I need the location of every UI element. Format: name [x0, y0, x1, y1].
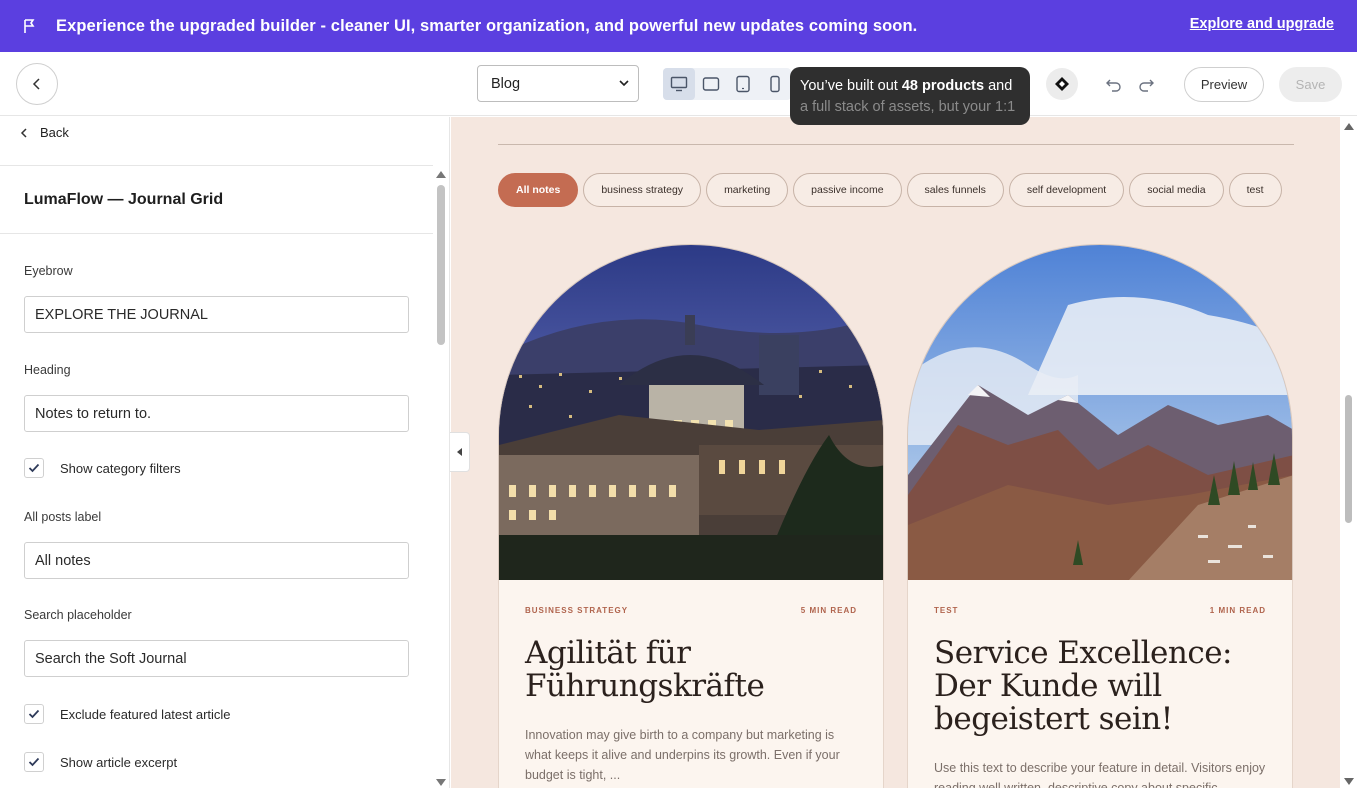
- show-excerpt-toggle[interactable]: Show article excerpt: [24, 752, 177, 772]
- heading-label: Heading: [24, 363, 71, 377]
- show-excerpt-label: Show article excerpt: [60, 754, 178, 770]
- filter-chip-passive-income[interactable]: passive income: [793, 173, 902, 207]
- article-image-mountains: [907, 244, 1293, 580]
- article-meta: TEST 1 MIN READ: [934, 606, 1266, 615]
- article-read-time: 1 MIN READ: [1209, 606, 1266, 615]
- page-canvas: All notes business strategy marketing passi…: [451, 117, 1340, 788]
- filter-chip-self-development[interactable]: self development: [1008, 173, 1125, 207]
- show-category-filters-toggle[interactable]: Show category filters: [24, 458, 181, 478]
- page-select[interactable]: Blog: [477, 65, 639, 102]
- panel-scrollbar[interactable]: [435, 167, 447, 787]
- filter-chip-all-notes[interactable]: All notes: [498, 173, 579, 207]
- heading-input[interactable]: Notes to return to.: [24, 395, 409, 432]
- undo-icon: [1106, 79, 1121, 92]
- check-icon: [28, 463, 40, 473]
- back-label: Back: [40, 125, 69, 140]
- tablet-portrait-view-button[interactable]: [727, 68, 759, 100]
- article-title[interactable]: Service Excellence: Der Kunde will begei…: [934, 637, 1272, 736]
- article-read-time: 5 MIN READ: [800, 606, 857, 615]
- redo-button[interactable]: [1137, 76, 1155, 97]
- divider: [0, 165, 433, 166]
- exclude-featured-toggle[interactable]: Exclude featured latest article: [24, 704, 231, 724]
- chevron-down-icon: [619, 80, 629, 87]
- back-link[interactable]: Back: [20, 125, 69, 140]
- all-posts-label: All posts label: [24, 510, 102, 524]
- exclude-featured-label: Exclude featured latest article: [60, 706, 231, 722]
- scroll-down-icon: [436, 779, 446, 786]
- filter-chip-marketing[interactable]: marketing: [706, 173, 789, 207]
- upgrade-banner: Experience the upgraded builder - cleane…: [0, 0, 1357, 52]
- chevron-left-icon: [32, 78, 40, 90]
- scroll-up-icon: [436, 171, 446, 178]
- banner-message: Experience the upgraded builder - cleane…: [56, 16, 918, 35]
- mobile-view-button[interactable]: [759, 68, 791, 100]
- desktop-icon: [670, 76, 688, 92]
- tooltip-text-suffix: and: [984, 78, 1013, 94]
- chevron-left-icon: [20, 127, 27, 138]
- tooltip-line-2: a full stack of assets, but your 1:1: [800, 99, 1016, 115]
- filter-chip-test[interactable]: test: [1228, 173, 1282, 207]
- article-category: BUSINESS STRATEGY: [525, 606, 629, 615]
- ai-assistant-button[interactable]: [1046, 68, 1078, 100]
- divider: [498, 144, 1294, 145]
- filter-chip-business-strategy[interactable]: business strategy: [583, 173, 702, 207]
- sparkle-icon: [1055, 77, 1069, 91]
- tooltip-text-prefix: You’ve built out: [800, 78, 902, 94]
- filter-chip-social-media[interactable]: social media: [1129, 173, 1224, 207]
- article-image-city: [498, 244, 884, 580]
- caret-left-icon: [456, 448, 462, 456]
- scrollbar-thumb[interactable]: [1345, 395, 1352, 523]
- article-excerpt: Innovation may give birth to a company b…: [525, 728, 840, 782]
- search-placeholder-label: Search placeholder: [24, 608, 132, 622]
- device-switcher: [663, 68, 791, 100]
- mobile-icon: [770, 75, 780, 93]
- flag-icon: [22, 18, 38, 34]
- checkbox[interactable]: [24, 704, 44, 724]
- article-card[interactable]: TEST 1 MIN READ Service Excellence: Der …: [907, 244, 1293, 788]
- canvas-scrollbar[interactable]: [1340, 117, 1357, 788]
- eyebrow-label: Eyebrow: [24, 264, 73, 278]
- upsell-tooltip: You’ve built out 48 products and a full …: [790, 67, 1030, 125]
- article-category: TEST: [934, 606, 959, 615]
- desktop-view-button[interactable]: [663, 68, 695, 100]
- article-card-body: BUSINESS STRATEGY 5 MIN READ Agilität fü…: [498, 580, 884, 788]
- check-icon: [28, 757, 40, 767]
- tablet-portrait-icon: [736, 75, 750, 93]
- show-category-filters-label: Show category filters: [60, 460, 181, 476]
- page-select-value: Blog: [491, 75, 521, 92]
- scrollbar-thumb[interactable]: [437, 185, 445, 345]
- settings-panel: Back LumaFlow — Journal Grid Eyebrow EXP…: [0, 117, 450, 788]
- divider: [0, 233, 433, 234]
- collapse-panel-button[interactable]: [450, 432, 470, 472]
- scroll-down-icon: [1344, 778, 1354, 785]
- section-title: LumaFlow — Journal Grid: [24, 191, 224, 208]
- undo-button[interactable]: [1105, 76, 1123, 97]
- save-button[interactable]: Save: [1279, 67, 1342, 102]
- filter-chip-sales-funnels[interactable]: sales funnels: [906, 173, 1004, 207]
- all-posts-input[interactable]: All notes: [24, 542, 409, 579]
- back-circle-button[interactable]: [16, 63, 58, 105]
- explore-upgrade-link[interactable]: Explore and upgrade: [1190, 16, 1334, 32]
- scroll-up-icon: [1344, 123, 1354, 130]
- article-title[interactable]: Agilität für Führungskräfte: [525, 637, 863, 703]
- preview-button[interactable]: Preview: [1184, 67, 1264, 102]
- article-meta: BUSINESS STRATEGY 5 MIN READ: [525, 606, 857, 615]
- redo-icon: [1139, 79, 1154, 92]
- tablet-landscape-icon: [702, 77, 720, 91]
- tablet-landscape-view-button[interactable]: [695, 68, 727, 100]
- tooltip-highlight: 48 products: [901, 78, 985, 94]
- article-card-body: TEST 1 MIN READ Service Excellence: Der …: [907, 580, 1293, 788]
- eyebrow-input[interactable]: EXPLORE THE JOURNAL: [24, 296, 409, 333]
- category-filters: All notes business strategy marketing passi…: [498, 173, 1294, 207]
- article-card[interactable]: BUSINESS STRATEGY 5 MIN READ Agilität fü…: [498, 244, 884, 788]
- checkbox[interactable]: [24, 458, 44, 478]
- search-placeholder-input[interactable]: Search the Soft Journal: [24, 640, 409, 677]
- checkbox[interactable]: [24, 752, 44, 772]
- article-excerpt: Use this text to describe your feature i…: [934, 761, 1266, 788]
- check-icon: [28, 709, 40, 719]
